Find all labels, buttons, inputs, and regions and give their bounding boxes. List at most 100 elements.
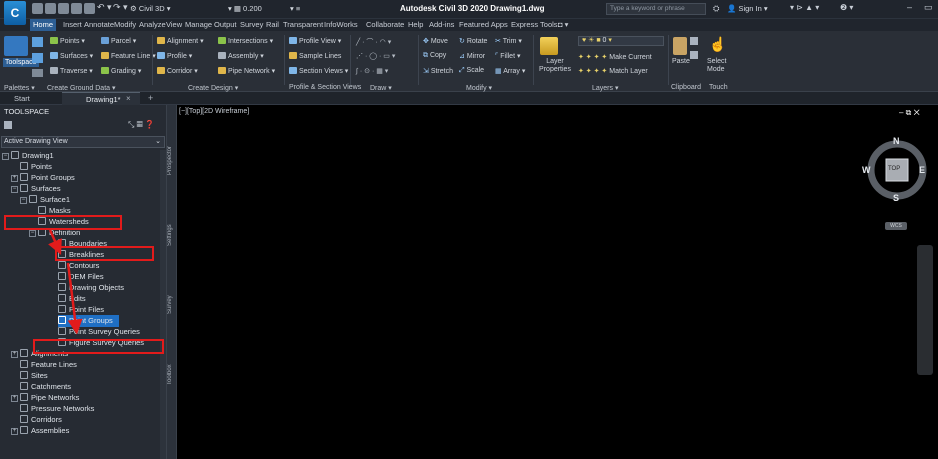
tab-analyze[interactable]: Analyze xyxy=(139,19,166,31)
clipboard-panel[interactable]: Clipboard xyxy=(671,84,701,91)
tab-view[interactable]: View xyxy=(166,19,182,31)
tab-express-tools[interactable]: Express Tools xyxy=(511,19,558,31)
open-icon[interactable] xyxy=(45,3,56,14)
tab-featured-apps[interactable]: Featured Apps xyxy=(459,19,508,31)
profile-menu[interactable]: Profile ▾ xyxy=(157,52,192,60)
fillet-button[interactable]: ⌜ Fillet ▾ xyxy=(495,52,520,60)
workspace-select[interactable]: ⚙ Civil 3D ▾ xyxy=(130,4,171,13)
undo-icon[interactable]: ↶ ▾ xyxy=(97,2,112,13)
layer-properties-button[interactable]: Layer Properties xyxy=(537,58,573,74)
save-icon[interactable] xyxy=(58,3,69,14)
section-views-menu[interactable]: Section Views ▾ xyxy=(289,67,348,75)
restore-icon[interactable]: ▭ xyxy=(924,2,933,13)
search-input[interactable]: Type a keyword or phrase xyxy=(606,3,706,15)
app-logo-icon[interactable]: C xyxy=(4,1,26,25)
mirror-button[interactable]: ⊿ Mirror xyxy=(459,52,485,60)
move-button[interactable]: ✥ Move xyxy=(423,37,448,45)
copy-clip-icon[interactable] xyxy=(690,37,698,45)
cut-clip-icon[interactable] xyxy=(690,51,698,59)
palettes-panel[interactable]: Palettes ▾ xyxy=(4,84,35,92)
create-ground-data-panel[interactable]: Create Ground Data ▾ xyxy=(47,84,116,92)
tab-collaborate[interactable]: Collaborate xyxy=(366,19,404,31)
select-mode-button[interactable]: Select Mode xyxy=(707,58,729,74)
sample-lines-button[interactable]: Sample Lines xyxy=(289,52,341,60)
layer-tools-row-2[interactable]: ✦ ✦ ✦ ✦ Match Layer xyxy=(578,67,648,75)
viewport-window-controls[interactable]: – ⧉ ✕ xyxy=(899,108,920,118)
tab-rail[interactable]: Rail xyxy=(266,19,279,31)
layers-panel-icon[interactable] xyxy=(32,69,43,77)
copy-button[interactable]: ⧉ Copy xyxy=(423,52,446,60)
corridor-menu[interactable]: Corridor ▾ xyxy=(157,67,198,75)
tab-survey[interactable]: Survey xyxy=(240,19,263,31)
tab-output[interactable]: Output xyxy=(214,19,237,31)
tab-transparent[interactable]: Transparent xyxy=(283,19,323,31)
layer-select[interactable]: ♥ ☀ ■ 0 ▾ xyxy=(578,36,664,46)
draw-panel[interactable]: Draw ▾ xyxy=(370,84,392,92)
tab-addins[interactable]: Add-ins xyxy=(429,19,454,31)
select-mode-icon[interactable]: ☝ xyxy=(709,36,726,53)
tab-annotate[interactable]: Annotate xyxy=(84,19,114,31)
new-icon[interactable] xyxy=(32,3,43,14)
modify-panel[interactable]: Modify ▾ xyxy=(466,84,492,92)
more-qat-icon[interactable]: ▾ ≡ xyxy=(290,4,300,13)
properties-icon[interactable] xyxy=(32,37,43,47)
trim-button[interactable]: ✂ Trim ▾ xyxy=(495,37,522,45)
layer-tools-row-1[interactable]: ✦ ✦ ✦ ✦ Make Current xyxy=(578,53,652,61)
feature-line-menu[interactable]: Feature Line ▾ xyxy=(101,52,156,60)
tab-manage[interactable]: Manage xyxy=(185,19,212,31)
cart-icon[interactable]: ▾ ⊳ ▲ ▾ xyxy=(790,3,819,12)
drawing-viewport[interactable]: [−][Top][2D Wireframe] – ⧉ ✕ N S W E TOP… xyxy=(177,105,938,459)
saveas-icon[interactable] xyxy=(71,3,82,14)
close-tab-icon[interactable]: × xyxy=(126,94,131,103)
hatch-tool-icon[interactable]: ∫ · ⊙ · ▦ ▾ xyxy=(356,67,388,75)
alignment-menu[interactable]: Alignment ▾ xyxy=(157,37,204,45)
layers-panel[interactable]: Layers ▾ xyxy=(592,84,618,92)
touch-panel[interactable]: Touch xyxy=(709,84,728,91)
minimize-icon[interactable]: – xyxy=(907,2,912,12)
viewport-controls[interactable]: [−][Top][2D Wireframe] xyxy=(179,108,249,115)
assembly-menu[interactable]: Assembly ▾ xyxy=(218,52,264,60)
line-tool-icon[interactable]: ╱ · ⌒ · ◠ ▾ xyxy=(356,37,391,47)
circle-tool-icon[interactable]: ⋰ · ◯ · ▭ ▾ xyxy=(356,52,395,60)
intersections-menu[interactable]: Intersections ▾ xyxy=(218,37,273,45)
create-design-panel[interactable]: Create Design ▾ xyxy=(188,84,238,92)
tab-settings[interactable]: Settings xyxy=(167,215,177,255)
start-tab[interactable]: Start xyxy=(14,94,30,103)
tab-insert[interactable]: Insert xyxy=(63,19,82,31)
stretch-button[interactable]: ⇲ Stretch xyxy=(423,67,453,75)
tab-help[interactable]: Help xyxy=(408,19,423,31)
array-button[interactable]: ▦ Array ▾ xyxy=(495,67,525,75)
paste-button[interactable]: Paste xyxy=(672,58,690,65)
points-menu[interactable]: Points ▾ xyxy=(50,37,85,45)
tab-infoworks[interactable]: InfoWorks xyxy=(324,19,358,31)
navigation-bar[interactable] xyxy=(917,245,933,375)
tab-home[interactable]: Home xyxy=(30,19,57,31)
sign-in-button[interactable]: 👤 Sign In ▾ xyxy=(727,4,768,13)
drawing-tab[interactable]: Drawing1* × xyxy=(62,92,140,105)
ribbon-toggle-icon[interactable]: ◘ ▾ xyxy=(558,19,568,31)
parcel-menu[interactable]: Parcel ▾ xyxy=(101,37,136,45)
profile-section-views-panel[interactable]: Profile & Section Views xyxy=(289,84,361,91)
pipe-network-menu[interactable]: Pipe Network ▾ xyxy=(218,67,275,75)
layer-properties-icon[interactable] xyxy=(540,37,558,55)
profile-view-menu[interactable]: Profile View ▾ xyxy=(289,37,341,45)
traverse-menu[interactable]: Traverse ▾ xyxy=(50,67,93,75)
paste-icon[interactable] xyxy=(673,37,687,55)
binoculars-icon[interactable]: ⛭ xyxy=(713,4,719,14)
tab-survey-strip[interactable]: Survey xyxy=(167,285,177,325)
new-tab-icon[interactable]: + xyxy=(148,93,153,103)
grading-menu[interactable]: Grading ▾ xyxy=(101,67,141,75)
toolspace-icon[interactable] xyxy=(4,36,28,56)
help-icon[interactable]: ❷ ▾ xyxy=(840,3,853,12)
scale-button[interactable]: ⤢ Scale xyxy=(459,67,484,75)
tool-palettes-icon[interactable] xyxy=(32,53,43,63)
tab-modify[interactable]: Modify xyxy=(114,19,136,31)
tab-toolbox[interactable]: Toolbox xyxy=(167,355,177,395)
print-icon[interactable] xyxy=(84,3,95,14)
wcs-menu[interactable]: WCS xyxy=(885,222,907,230)
lineweight-input[interactable]: ▾ ▦ 0.200 xyxy=(228,4,262,13)
rotate-button[interactable]: ↻ Rotate xyxy=(459,37,487,45)
viewcube[interactable] xyxy=(867,130,933,220)
redo-icon[interactable]: ↷ ▾ xyxy=(113,2,128,13)
surfaces-menu[interactable]: Surfaces ▾ xyxy=(50,52,93,60)
